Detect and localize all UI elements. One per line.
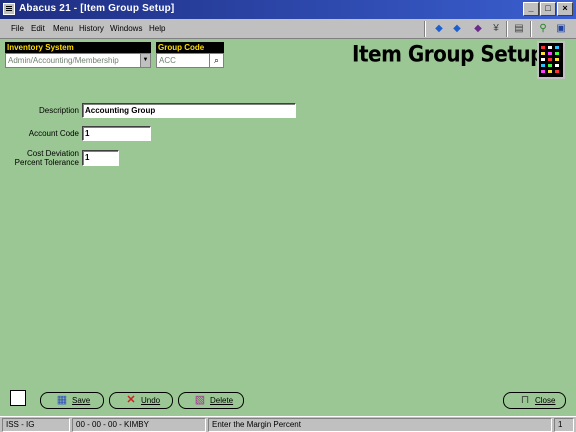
app-icon[interactable] — [3, 3, 15, 15]
cost-deviation-field[interactable]: 1 — [82, 150, 119, 166]
arrow-left-icon[interactable]: ◆ — [431, 21, 447, 37]
diamond-icon[interactable]: ◆ — [470, 21, 486, 37]
menu-history[interactable]: History — [79, 24, 104, 33]
inventory-system-label: Inventory System — [5, 42, 151, 53]
window-title: Abacus 21 - [Item Group Setup] — [19, 3, 175, 14]
menu-windows[interactable]: Windows — [110, 24, 142, 33]
toolbar-separator — [506, 21, 508, 37]
description-field[interactable]: Accounting Group — [82, 103, 296, 118]
close-label: Close — [535, 396, 556, 405]
page-title: Item Group Setup — [352, 40, 545, 68]
calculator-icon[interactable]: ▤ — [511, 21, 527, 37]
close-button[interactable]: ⊓ Close — [503, 392, 566, 409]
status-session: 00 - 00 - 00 - KIMBY — [72, 418, 206, 432]
status-page: 1 — [554, 418, 574, 432]
menu-edit[interactable]: Edit — [31, 24, 45, 33]
menu-bar: File Edit Menu History Windows Help ◆ ◆ … — [0, 19, 576, 39]
status-module: ISS - IG — [2, 418, 70, 432]
chevron-down-icon[interactable]: ▼ — [140, 54, 150, 67]
menu-menu[interactable]: Menu — [53, 24, 73, 33]
arrow-right-icon[interactable]: ◆ — [449, 21, 465, 37]
abacus-logo-icon — [537, 41, 565, 79]
exit-door-icon[interactable]: ▣ — [553, 21, 569, 37]
group-code-value: ACC — [159, 56, 176, 65]
status-bar: ISS - IG 00 - 00 - 00 - KIMBY Enter the … — [0, 416, 576, 432]
undo-x-icon: ✕ — [126, 394, 136, 406]
save-label: Save — [72, 396, 91, 405]
toolbar-separator — [424, 21, 426, 37]
minimize-button[interactable]: _ — [523, 2, 539, 16]
group-code-label: Group Code — [156, 42, 224, 53]
delete-button[interactable]: ▧ Delete — [178, 392, 244, 409]
save-button[interactable]: ▦ Save — [40, 392, 104, 409]
inventory-system-select[interactable]: Admin/Accounting/Membership ▼ — [5, 53, 151, 68]
app-window: Abacus 21 - [Item Group Setup] _ □ × Fil… — [0, 0, 576, 432]
undo-label: Undo — [141, 396, 161, 405]
search-icon[interactable]: ⌕ — [209, 54, 223, 67]
close-window-button[interactable]: × — [557, 2, 573, 16]
delete-icon: ▧ — [194, 394, 206, 406]
save-icon: ▦ — [56, 394, 68, 406]
pin-icon[interactable]: ¥ — [488, 21, 504, 37]
title-bar: Abacus 21 - [Item Group Setup] _ □ × — [0, 0, 576, 19]
delete-label: Delete — [210, 396, 234, 405]
inventory-system-value: Admin/Accounting/Membership — [8, 56, 119, 65]
door-icon: ⊓ — [520, 394, 530, 406]
group-code-input[interactable]: ACC ⌕ — [156, 53, 224, 68]
description-label: Description — [38, 106, 79, 115]
running-man-icon[interactable]: ⚲ — [535, 21, 551, 37]
menu-help[interactable]: Help — [149, 24, 165, 33]
record-icon[interactable] — [10, 390, 26, 406]
account-code-field[interactable]: 1 — [82, 126, 151, 141]
status-message: Enter the Margin Percent — [208, 418, 552, 432]
toolbar-separator — [530, 21, 532, 37]
undo-button[interactable]: ✕ Undo — [109, 392, 173, 409]
cost-deviation-label-line1: Cost Deviation — [26, 149, 79, 158]
cost-deviation-label-line2: Percent Tolerance — [14, 158, 79, 167]
menu-file[interactable]: File — [11, 24, 24, 33]
account-code-label: Account Code — [28, 129, 79, 138]
maximize-button[interactable]: □ — [540, 2, 556, 16]
